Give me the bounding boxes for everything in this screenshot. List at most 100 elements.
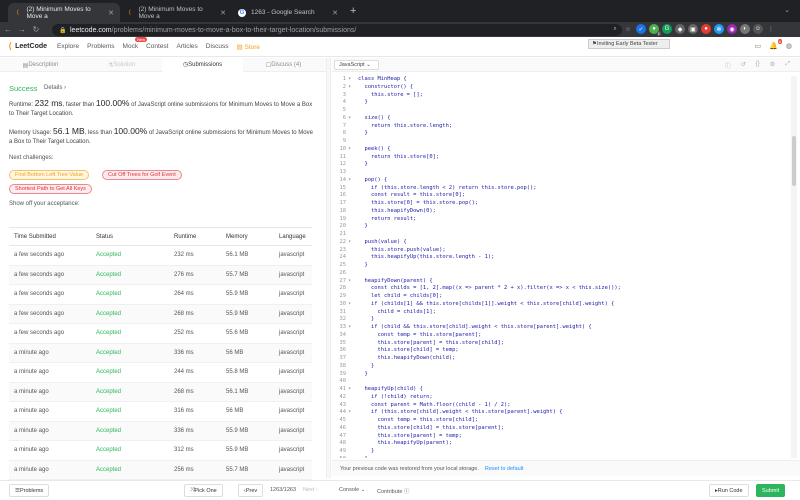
forward-icon[interactable]: → — [16, 25, 28, 34]
nav-articles[interactable]: Articles — [176, 43, 197, 51]
code-text: } — [358, 161, 368, 168]
gear-icon[interactable]: ⚙ — [770, 61, 775, 70]
code-text: const temp = this.store[parent]; — [358, 331, 482, 338]
table-cell[interactable]: Accepted — [91, 245, 169, 266]
table-header: Time Submitted Status Runtime Memory Lan… — [9, 227, 312, 246]
editor-scrollbar[interactable] — [791, 76, 797, 458]
table-cell[interactable]: Accepted — [91, 401, 169, 422]
challenge-chip[interactable]: Cut Off Trees for Golf Event — [102, 170, 182, 180]
challenge-chip[interactable]: Find Bottom Left Tree Value — [9, 170, 90, 180]
nav-store[interactable]: ▤ Store — [237, 43, 261, 51]
table-cell: javascript — [274, 343, 312, 363]
code-text: } — [358, 223, 368, 230]
chevron-down-icon[interactable]: ⌄ — [784, 6, 790, 14]
nav-discuss[interactable]: Discuss — [206, 43, 229, 51]
submit-button[interactable]: Submit — [756, 484, 786, 497]
table-cell[interactable]: Accepted — [91, 440, 169, 461]
table-cell: 56 MB — [221, 401, 274, 422]
table-cell[interactable]: Accepted — [91, 362, 169, 383]
line-number: 48 — [339, 440, 347, 447]
table-cell[interactable]: Accepted — [91, 382, 169, 402]
panel-resizer[interactable] — [326, 58, 331, 478]
reset-to-default-link[interactable]: Reset to default — [485, 466, 524, 472]
result-status: Success — [9, 84, 38, 93]
table-row: a few seconds ago Accepted 268 ms 55.9 MB ja… — [9, 304, 312, 324]
browser-tab-1[interactable]: ⟨ (2) Minimum Moves to Move a ✕ — [8, 3, 120, 22]
new-tab-button[interactable]: + — [350, 5, 356, 17]
contribute-button[interactable]: Contribute ⓘ — [377, 487, 409, 495]
react-icon[interactable]: ✻ — [714, 24, 724, 34]
table-cell: javascript — [274, 245, 312, 266]
editor-toolbar: JavaScript ⌄ ⓘ ↺ {} ⚙ ⤢ — [332, 58, 800, 72]
browser-tab-2[interactable]: ⟨ (2) Minimum Moves to Move a ✕ — [120, 3, 232, 22]
nav-mock[interactable]: Mock New — [123, 36, 148, 51]
code-line: 1 ▾ class MinHeap { — [332, 76, 790, 84]
line-number: 24 — [339, 254, 347, 261]
beta-tester-banner[interactable]: ⚑ Inviting Early Beta Tester — [588, 39, 670, 49]
language-select[interactable]: JavaScript ⌄ — [334, 60, 379, 70]
extension-icon[interactable]: ◐ — [740, 24, 750, 34]
info-icon[interactable]: ⓘ — [725, 61, 731, 70]
table-cell: javascript — [274, 440, 312, 461]
extension-icon[interactable]: ◆ — [675, 24, 685, 34]
search-icon[interactable]: ⌕ — [610, 24, 620, 34]
notification-icon[interactable]: 🔔 6 — [769, 39, 782, 50]
code-text: heapifyUp(child) { — [358, 386, 423, 392]
close-icon[interactable]: ✕ — [108, 9, 114, 17]
table-cell: javascript — [274, 284, 312, 305]
details-link[interactable]: Details › — [44, 85, 66, 91]
tab-solution[interactable]: ⚗ Solution — [81, 58, 162, 72]
browser-tab-3[interactable]: G 1263 - Google Search ✕ — [232, 3, 344, 22]
star-icon[interactable]: ☆ — [623, 24, 633, 34]
extension-icon[interactable]: ● 1 — [649, 24, 661, 36]
run-code-button[interactable]: ▸ Run Code — [709, 484, 749, 497]
table-cell[interactable]: Accepted — [91, 265, 169, 285]
scrollbar-thumb[interactable] — [792, 136, 796, 186]
code-editor[interactable]: 1 ▾ class MinHeap {2 ▾ constructor() {3 thi… — [332, 76, 790, 458]
nav-contest[interactable]: Contest — [146, 43, 168, 51]
table-cell: 256 ms — [169, 460, 221, 480]
extension-icon[interactable]: ◉ — [727, 24, 737, 34]
monitor-icon[interactable]: ▭ — [755, 42, 762, 50]
fullscreen-icon[interactable]: ⤢ — [785, 61, 790, 70]
nav-explore[interactable]: Explore — [57, 43, 79, 51]
prev-button[interactable]: ‹ Prev — [238, 484, 264, 497]
challenge-chip[interactable]: Shortest Path to Get All Keys — [9, 184, 92, 194]
table-cell: a few seconds ago — [9, 284, 91, 305]
close-icon[interactable]: ✕ — [332, 9, 338, 17]
menu-icon[interactable]: ⋮ — [766, 24, 776, 34]
grammar-extension-icon[interactable]: G — [662, 24, 672, 34]
tab-submissions[interactable]: ◷ Submissions — [162, 58, 243, 72]
back-icon[interactable]: ← — [2, 25, 14, 34]
reset-icon[interactable]: ↺ — [741, 61, 746, 70]
logo[interactable]: ⟨ LeetCode — [8, 41, 47, 52]
table-cell[interactable]: Accepted — [91, 304, 169, 324]
check-extension-icon[interactable]: ✓ — [636, 24, 646, 34]
table-row: a minute ago Accepted 336 ms 56 MB javascrip… — [9, 343, 312, 363]
console-button[interactable]: Console ⌄ — [339, 487, 365, 493]
table-cell[interactable]: Accepted — [91, 460, 169, 480]
table-cell: a minute ago — [9, 421, 91, 441]
tab-discuss[interactable]: ☐ Discuss (4) — [243, 58, 324, 72]
code-text: const childs = [1, 2].map((x => parent *… — [358, 285, 621, 292]
braces-icon[interactable]: {} — [756, 61, 760, 70]
table-cell[interactable]: Accepted — [91, 284, 169, 305]
pick-one-button[interactable]: ⤨ Pick One — [184, 484, 223, 497]
code-line: 44 ▾ if (this.store[child].weight < this.… — [332, 409, 790, 417]
table-cell[interactable]: Accepted — [91, 343, 169, 363]
extension-icon[interactable]: ● — [701, 24, 711, 34]
next-button[interactable]: Next › — [303, 487, 318, 493]
table-cell[interactable]: Accepted — [91, 421, 169, 441]
camera-icon[interactable]: ▣ — [688, 24, 698, 34]
tab-description[interactable]: ▤ Description — [0, 58, 81, 72]
nav-problems[interactable]: Problems — [87, 43, 114, 51]
table-cell[interactable]: Accepted — [91, 323, 169, 344]
problems-button[interactable]: ☰ Problems — [9, 484, 50, 497]
reload-icon[interactable]: ↻ — [30, 25, 42, 34]
avatar[interactable]: ◍ — [786, 42, 792, 50]
code-line: 42 if (!child) return; — [332, 394, 790, 402]
close-icon[interactable]: ✕ — [220, 9, 226, 17]
avatar[interactable]: ☺ — [753, 24, 763, 34]
url-input[interactable]: 🔒 leetcode.com/problems/minimum-moves-to… — [52, 24, 622, 36]
